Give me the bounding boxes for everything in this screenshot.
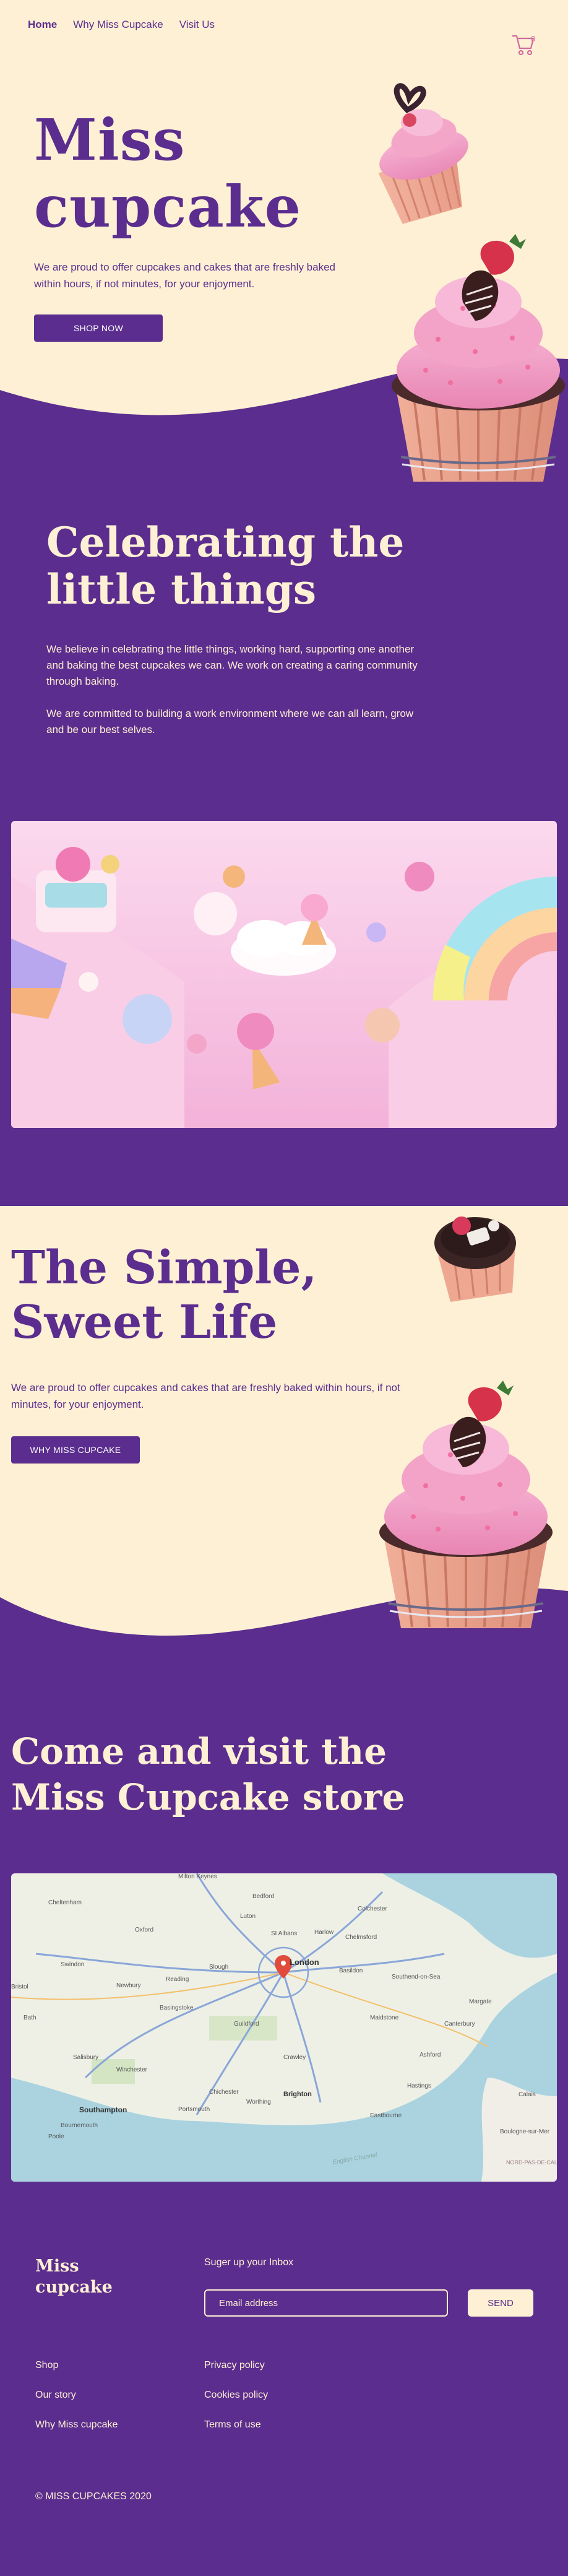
map-label-nord-pas-de-calais: NORD-PAS-DE-CALAIS bbox=[506, 2159, 557, 2166]
map-label-brighton: Brighton bbox=[283, 2091, 312, 2098]
hero-title-line2: cupcake bbox=[34, 173, 302, 240]
map-label-southend-on-sea: Southend-on-Sea bbox=[392, 1974, 441, 1980]
email-field[interactable] bbox=[204, 2289, 448, 2317]
map-label-chichester: Chichester bbox=[209, 2089, 239, 2096]
map-label-reading: Reading bbox=[166, 1976, 189, 1983]
celebrate-paragraph-1: We believe in celebrating the little thi… bbox=[46, 643, 418, 687]
cupcake-strawberry-image bbox=[392, 234, 565, 482]
map-label-winchester: Winchester bbox=[116, 2066, 148, 2073]
copyright: © MISS CUPCAKES 2020 bbox=[35, 2491, 152, 2502]
map-label-hastings: Hastings bbox=[407, 2083, 431, 2089]
footer-link-privacy-policy[interactable]: Privacy policy bbox=[204, 2360, 265, 2371]
newsletter-title: Suger up your Inbox bbox=[204, 2257, 294, 2268]
visit-title: Come and visit the Miss Cupcake store bbox=[11, 1728, 405, 1820]
hero-text: We are proud to offer cupcakes and cakes… bbox=[34, 261, 335, 290]
map-label-harlow: Harlow bbox=[314, 1929, 334, 1936]
map-label-ashford: Ashford bbox=[420, 2052, 441, 2058]
map-label-canterbury: Canterbury bbox=[444, 2021, 475, 2027]
map-label-basildon: Basildon bbox=[339, 1967, 363, 1974]
simple-life-title: The Simple, Sweet Life bbox=[11, 1241, 317, 1350]
map-label-eastbourne: Eastbourne bbox=[370, 2112, 402, 2119]
candyland-photo bbox=[11, 821, 557, 1128]
simple-life-title-line1: The Simple, bbox=[11, 1241, 317, 1295]
map-label-cheltenham: Cheltenham bbox=[48, 1899, 82, 1906]
celebrate-title-line1: Celebrating the bbox=[46, 518, 405, 566]
chocolate-cupcake-image bbox=[434, 1216, 516, 1302]
footer-brand-line2: cupcake bbox=[35, 2278, 113, 2297]
map-label-basingstoke: Basingstoke bbox=[160, 2005, 194, 2011]
map-label-chelmsford: Chelmsford bbox=[345, 1934, 377, 1941]
footer-link-terms-of-use[interactable]: Terms of use bbox=[204, 2419, 261, 2431]
map-label-southampton: Southampton bbox=[79, 2105, 127, 2114]
visit-title-line1: Come and visit the bbox=[11, 1730, 387, 1772]
footer-brand-line1: Miss bbox=[35, 2257, 79, 2276]
cupcake-strawberry-image-2 bbox=[379, 1381, 553, 1628]
map-label-boulogne: Boulogne-sur-Mer bbox=[500, 2128, 550, 2135]
map-label-bath: Bath bbox=[24, 2014, 37, 2021]
map-label-calais: Calais bbox=[519, 2091, 536, 2098]
cupcake-heart-image bbox=[378, 83, 468, 224]
hero-title-line1: Miss bbox=[34, 106, 186, 173]
simple-life-title-line2: Sweet Life bbox=[11, 1296, 278, 1349]
map-label-london: London bbox=[290, 1958, 319, 1967]
map-label-slough: Slough bbox=[209, 1964, 228, 1971]
map-label-worthing: Worthing bbox=[246, 2099, 271, 2105]
footer-link-why-miss-cupcake[interactable]: Why Miss cupcake bbox=[35, 2419, 118, 2431]
footer-link-shop[interactable]: Shop bbox=[35, 2360, 58, 2371]
map-label-bristol: Bristol bbox=[11, 1984, 28, 1990]
map-label-newbury: Newbury bbox=[116, 1982, 140, 1989]
visit-title-line2: Miss Cupcake store bbox=[11, 1776, 405, 1818]
map-label-bournemouth: Bournemouth bbox=[61, 2122, 98, 2129]
map-label-poole: Poole bbox=[48, 2133, 64, 2140]
map-label-portsmouth: Portsmouth bbox=[178, 2106, 210, 2113]
footer-link-our-story[interactable]: Our story bbox=[35, 2390, 76, 2401]
shop-now-button[interactable]: SHOP NOW bbox=[34, 314, 163, 342]
map-label-margate: Margate bbox=[469, 1998, 492, 2005]
celebrate-title: Celebrating the little things bbox=[46, 519, 404, 613]
map-label-swindon: Swindon bbox=[61, 1961, 84, 1968]
main-nav: Home Why Miss Cupcake Visit Us bbox=[28, 19, 215, 31]
map-label-milton-keynes: Milton Keynes bbox=[178, 1873, 217, 1880]
footer-link-cookies-policy[interactable]: Cookies policy bbox=[204, 2390, 268, 2401]
map-label-maidstone: Maidstone bbox=[370, 2014, 399, 2021]
map-label-st-albans: St Albans bbox=[271, 1930, 297, 1937]
map-label-crawley: Crawley bbox=[283, 2054, 306, 2061]
celebrate-paragraph-2: We are committed to building a work envi… bbox=[46, 708, 414, 735]
why-miss-cupcake-button[interactable]: WHY MISS CUPCAKE bbox=[11, 1436, 140, 1464]
map-label-guildford: Guildford bbox=[234, 2021, 259, 2027]
map-label-oxford: Oxford bbox=[135, 1927, 153, 1933]
nav-home[interactable]: Home bbox=[28, 19, 57, 31]
nav-visit-us[interactable]: Visit Us bbox=[179, 19, 215, 31]
map-label-colchester: Colchester bbox=[358, 1906, 387, 1912]
map-label-luton: Luton bbox=[240, 1913, 256, 1920]
cart-count-badge: 0 bbox=[531, 34, 536, 43]
nav-why-miss-cupcake[interactable]: Why Miss Cupcake bbox=[73, 19, 163, 31]
celebrate-title-line2: little things bbox=[46, 565, 316, 614]
map-label-salisbury: Salisbury bbox=[73, 2054, 98, 2061]
store-map[interactable]: Milton Keynes Bedford Colchester Chelten… bbox=[11, 1873, 557, 2182]
hero-title: Miss cupcake bbox=[34, 106, 301, 240]
send-button[interactable]: SEND bbox=[468, 2289, 533, 2317]
map-label-bedford: Bedford bbox=[252, 1893, 274, 1900]
simple-life-text: We are proud to offer cupcakes and cakes… bbox=[11, 1382, 400, 1410]
footer-brand: Miss cupcake bbox=[35, 2256, 113, 2298]
